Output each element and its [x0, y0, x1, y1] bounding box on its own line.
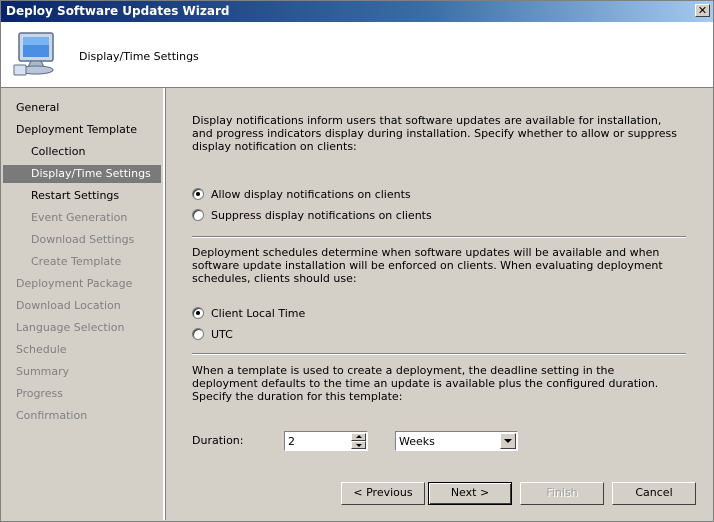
allow-notifications-option[interactable]: Allow display notifications on clients — [192, 186, 411, 202]
sidebar-item-language-selection: Language Selection — [16, 321, 125, 334]
allow-notifications-label[interactable]: Allow display notifications on clients — [211, 188, 411, 201]
sidebar-item-general[interactable]: General — [16, 99, 59, 117]
previous-button[interactable]: < Previous — [341, 482, 425, 505]
utc-radio[interactable] — [192, 328, 204, 340]
duration-stepper[interactable]: 2 — [284, 431, 368, 451]
computer-monitor-icon — [13, 32, 54, 76]
title-bar[interactable]: Deploy Software Updates Wizard ✕ — [1, 1, 713, 22]
spin-down-icon[interactable] — [351, 441, 366, 449]
client-local-time-option[interactable]: Client Local Time — [192, 305, 305, 321]
duration-unit-select[interactable]: Weeks — [395, 431, 518, 451]
sidebar-item-confirmation: Confirmation — [16, 409, 88, 422]
window-title: Deploy Software Updates Wizard — [6, 4, 230, 18]
sidebar-item-restart-settings[interactable]: Restart Settings — [31, 187, 119, 205]
suppress-notifications-radio[interactable] — [192, 209, 204, 221]
sidebar-item-progress: Progress — [16, 387, 63, 400]
utc-label[interactable]: UTC — [211, 328, 233, 341]
cancel-button[interactable]: Cancel — [612, 482, 696, 505]
wizard-window: Deploy Software Updates Wizard ✕ Display… — [0, 0, 714, 522]
suppress-notifications-option[interactable]: Suppress display notifications on client… — [192, 207, 432, 223]
next-button[interactable]: Next > — [428, 482, 512, 505]
section-divider — [192, 353, 686, 355]
section-divider — [192, 236, 686, 238]
spin-up-icon[interactable] — [351, 433, 366, 441]
utc-option[interactable]: UTC — [192, 326, 233, 342]
allow-notifications-radio[interactable] — [192, 188, 204, 200]
sidebar-item-summary: Summary — [16, 365, 70, 378]
sidebar-item-download-settings: Download Settings — [31, 233, 135, 246]
duration-label: Duration: — [192, 434, 244, 447]
sidebar-item-deployment-template[interactable]: Deployment Template — [16, 121, 137, 139]
page-title: Display/Time Settings — [79, 50, 199, 63]
wizard-header: Display/Time Settings — [1, 22, 713, 88]
sidebar-item-deployment-package: Deployment Package — [16, 277, 133, 290]
client-local-time-radio[interactable] — [192, 307, 204, 319]
duration-unit-value[interactable]: Weeks — [399, 435, 435, 448]
suppress-notifications-label[interactable]: Suppress display notifications on client… — [211, 209, 432, 222]
sidebar-item-display-time-settings[interactable]: Display/Time Settings — [3, 165, 161, 183]
sidebar-item-collection[interactable]: Collection — [31, 143, 85, 161]
close-button[interactable]: ✕ — [695, 4, 710, 17]
deployment-schedule-description: Deployment schedules determine when soft… — [192, 246, 663, 285]
sidebar-item-event-generation: Event Generation — [31, 211, 128, 224]
finish-button: Finish — [520, 482, 604, 505]
client-local-time-label[interactable]: Client Local Time — [211, 307, 305, 320]
close-icon: ✕ — [697, 4, 708, 17]
sidebar-item-schedule: Schedule — [16, 343, 67, 356]
chevron-down-icon[interactable] — [500, 433, 516, 449]
display-notifications-description: Display notifications inform users that … — [192, 114, 677, 153]
sidebar-item-download-location: Download Location — [16, 299, 121, 312]
sidebar-item-create-template: Create Template — [31, 255, 122, 268]
wizard-steps-sidebar: General Deployment Template Collection D… — [1, 88, 165, 520]
duration-value[interactable]: 2 — [288, 435, 295, 448]
duration-description: When a template is used to create a depl… — [192, 364, 659, 403]
settings-panel: Display notifications inform users that … — [166, 88, 713, 520]
